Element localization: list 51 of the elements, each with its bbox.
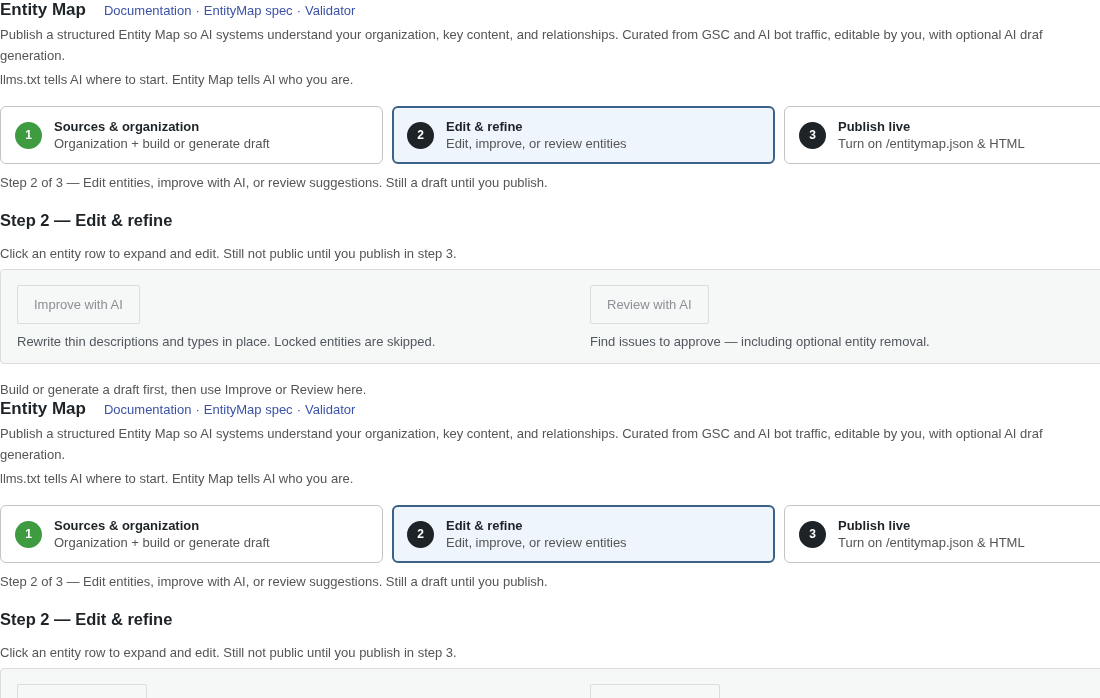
tagline-text: llms.txt tells AI where to start. Entity Map tells AI who you are. <box>0 71 355 89</box>
step-number: 1 <box>15 121 42 149</box>
step-title: Edit & refine <box>446 517 524 534</box>
section-heading: Step 2 — Edit & refine <box>0 609 174 630</box>
hint-text: Click an entity row to expand and edit. Still not public until you publish in step 3. <box>0 245 458 263</box>
step-tab[interactable]: 1 Sources & organization Organization + build or generate draft <box>0 505 383 563</box>
step-tab[interactable]: 3 Publish live Turn on /entitymap.json & HTML <box>784 106 1100 164</box>
section-heading: Step 2 — Edit & refine <box>0 210 174 231</box>
action-description: Rewrite thin descriptions and types in place. Locked entities are skipped. <box>17 333 437 351</box>
step-title: Edit & refine <box>446 118 524 135</box>
step-subtitle: Organization + build or generate draft <box>54 135 270 152</box>
tagline-text: llms.txt tells AI where to start. Entity Map tells AI who you are. <box>0 470 355 488</box>
step-status-text: Step 2 of 3 — Edit entities, improve with AI, or review suggestions. Still a draft until you publish. <box>0 573 549 591</box>
note-text: Build or generate a draft first, then use Improve or Review here. <box>0 381 368 399</box>
step-subtitle: Edit, improve, or review entities <box>446 135 627 152</box>
description-text: generation. <box>0 47 67 65</box>
description-text: Publish a structured Entity Map so AI systems understand your organization, key content, and relationships. Curated from GSC and AI bot traffic, editable by you, with optional AI draf <box>0 425 1044 443</box>
description-text: generation. <box>0 446 67 464</box>
header-link[interactable]: Validator <box>304 402 356 417</box>
step-subtitle: Edit, improve, or review entities <box>446 534 627 551</box>
header-link[interactable]: EntityMap spec <box>203 3 293 18</box>
step-number: 3 <box>799 520 826 548</box>
page-title: Entity Map <box>0 0 86 20</box>
header-link[interactable]: Validator <box>304 3 356 18</box>
action-description: Find issues to approve — including optional entity removal. <box>590 333 931 351</box>
step-subtitle: Organization + build or generate draft <box>54 534 270 551</box>
page-title: Entity Map <box>0 399 86 419</box>
header-link[interactable]: Documentation <box>103 3 192 18</box>
step-subtitle: Turn on /entitymap.json & HTML <box>838 534 1025 551</box>
header-link[interactable]: EntityMap spec <box>203 402 293 417</box>
step-title: Sources & organization <box>54 118 201 135</box>
separator: · <box>296 3 301 18</box>
hint-text: Click an entity row to expand and edit. Still not public until you publish in step 3. <box>0 644 458 662</box>
step-number: 2 <box>407 121 434 149</box>
step-number: 3 <box>799 121 826 149</box>
step-title: Publish live <box>838 517 912 534</box>
step-title: Publish live <box>838 118 912 135</box>
description-text: Publish a structured Entity Map so AI systems understand your organization, key content, and relationships. Curated from GSC and AI bot traffic, editable by you, with optional AI draf <box>0 26 1044 44</box>
step-status-text: Step 2 of 3 — Edit entities, improve with AI, or review suggestions. Still a draft until you publish. <box>0 174 549 192</box>
step-subtitle: Turn on /entitymap.json & HTML <box>838 135 1025 152</box>
separator: · <box>195 402 200 417</box>
step-title: Sources & organization <box>54 517 201 534</box>
step-number: 1 <box>15 520 42 548</box>
step-number: 2 <box>407 520 434 548</box>
step-tab[interactable]: 1 Sources & organization Organization + build or generate draft <box>0 106 383 164</box>
header-link[interactable]: Documentation <box>103 402 192 417</box>
step-tab[interactable]: 2 Edit & refine Edit, improve, or review entities <box>392 106 775 164</box>
step-tab[interactable]: 3 Publish live Turn on /entitymap.json & HTML <box>784 505 1100 563</box>
step-tab[interactable]: 2 Edit & refine Edit, improve, or review entities <box>392 505 775 563</box>
separator: · <box>195 3 200 18</box>
separator: · <box>296 402 301 417</box>
